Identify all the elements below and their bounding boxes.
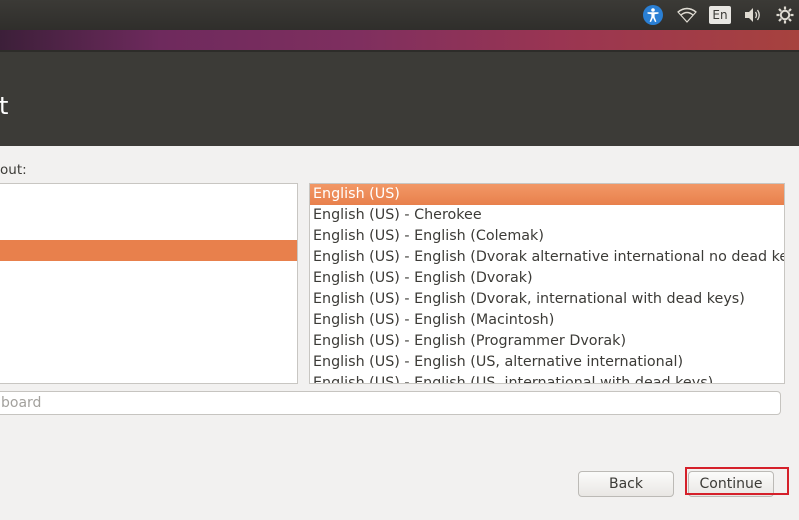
- variant-list-item[interactable]: English (US) - English (Colemak): [310, 226, 784, 247]
- window-header: [0, 50, 799, 146]
- gear-icon[interactable]: [774, 4, 796, 26]
- variant-list-item[interactable]: English (US) - English (US, alternative …: [310, 352, 784, 373]
- variant-list-item[interactable]: English (US) - Cherokee: [310, 205, 784, 226]
- variant-list-item[interactable]: English (US) - English (Macintosh): [310, 310, 784, 331]
- layout-prompt-label: out:: [0, 162, 27, 178]
- layout-list-selected-row[interactable]: [0, 240, 297, 261]
- keyboard-layout-list[interactable]: [0, 183, 298, 384]
- top-panel: En: [0, 0, 799, 30]
- wifi-icon[interactable]: [676, 4, 698, 26]
- variant-list-item[interactable]: English (US): [310, 184, 784, 205]
- back-button[interactable]: Back: [578, 471, 674, 497]
- keyboard-test-input[interactable]: [0, 391, 781, 415]
- variant-list-item[interactable]: English (US) - English (Dvorak): [310, 268, 784, 289]
- volume-icon[interactable]: [742, 4, 764, 26]
- variant-list-item[interactable]: English (US) - English (Dvorak alternati…: [310, 247, 784, 268]
- header-edge: [0, 50, 799, 52]
- keyboard-variant-list[interactable]: English (US) English (US) - Cherokee Engli…: [309, 183, 785, 384]
- page-title: t: [0, 92, 9, 120]
- variant-list-item[interactable]: English (US) - English (Programmer Dvora…: [310, 331, 784, 352]
- continue-button[interactable]: Continue: [688, 471, 774, 497]
- accent-strip: [0, 30, 799, 50]
- variant-list-item[interactable]: English (US) - English (US, internationa…: [310, 373, 784, 383]
- accessibility-icon[interactable]: [641, 4, 665, 26]
- keyboard-indicator[interactable]: En: [709, 6, 731, 24]
- variant-list-item[interactable]: English (US) - English (Dvorak, internat…: [310, 289, 784, 310]
